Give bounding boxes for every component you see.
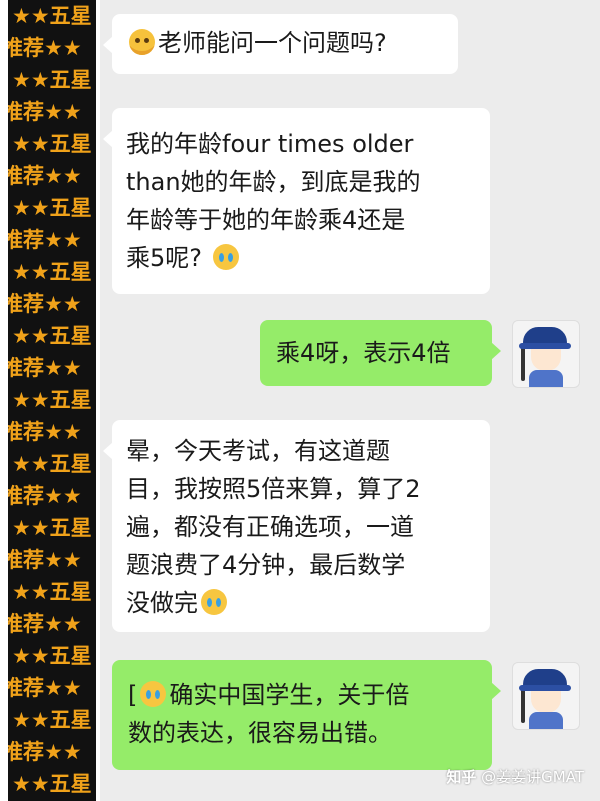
sticker-row: ★★五星 <box>12 516 92 540</box>
sticker-row: 推荐★★ <box>8 356 82 380</box>
author-name: @姜姜讲GMAT <box>481 768 584 786</box>
message-line: 确实中国学生，关于倍 <box>169 681 410 709</box>
avatar-braid <box>521 689 525 723</box>
message-line: 没做完 <box>126 589 198 617</box>
message-line: 数的表达，很容易出错。 <box>128 719 392 747</box>
sticker-row: ★★五星 <box>12 132 92 156</box>
sticker-row: ★★五星 <box>12 644 92 668</box>
sticker-row: 推荐★★ <box>8 612 82 636</box>
message-bubble-3: 乘4呀，表示4倍 <box>260 320 501 386</box>
sticker-row: 推荐★★ <box>8 484 82 508</box>
sticker-row: 推荐★★ <box>8 740 82 764</box>
watermark: 知乎 @姜姜讲GMAT <box>446 766 584 787</box>
my-avatar[interactable] <box>512 662 580 730</box>
sticker-row: 推荐★★ <box>8 420 82 444</box>
sticker-row: 推荐★★ <box>8 36 82 60</box>
message-bubble-5: [ 确实中国学生，关于倍 数的表达，很容易出错。 <box>112 660 501 770</box>
decorative-side-strip: ★★五星 推荐★★ ★★五星 推荐★★ ★★五星 推荐★★ ★★五星 推荐★★ ★★五星 推荐★★… <box>0 0 100 801</box>
message-line: 题浪费了4分钟，最后数学 <box>126 551 406 579</box>
sticker-row: ★★五星 <box>12 452 92 476</box>
message-bubble-1: 老师能问一个问题吗? <box>103 14 458 74</box>
sticker-row: ★★五星 <box>12 4 92 28</box>
sticker-row: ★★五星 <box>12 580 92 604</box>
platform-name: 知乎 <box>446 768 477 786</box>
message-line: 乘5呢? <box>126 244 203 272</box>
sticker-row: ★★五星 <box>12 324 92 348</box>
message-bubble-4: 晕，今天考试，有这道题 目，我按照5倍来算，算了2 遍，都没有正确选项，一道 题… <box>103 420 490 632</box>
message-line: 晕，今天考试，有这道题 <box>126 437 390 465</box>
sticker-row: 推荐★★ <box>8 228 82 252</box>
message-line: 遍，都没有正确选项，一道 <box>126 513 414 541</box>
message-bubble-2: 我的年龄four times older than她的年龄，到底是我的 年龄等于… <box>103 108 490 294</box>
message-text: 乘4呀，表示4倍 <box>276 339 451 367</box>
sticker-row: ★★五星 <box>12 708 92 732</box>
sticker-pattern: ★★五星 推荐★★ ★★五星 推荐★★ ★★五星 推荐★★ ★★五星 推荐★★ ★★五星 推荐★★… <box>8 0 96 801</box>
message-line: than她的年龄，到底是我的 <box>126 168 421 196</box>
sticker-row: 推荐★★ <box>8 100 82 124</box>
message-prefix: [ <box>128 681 138 709</box>
crying-face-icon <box>140 681 167 707</box>
sticker-row: 推荐★★ <box>8 548 82 572</box>
sticker-row: 推荐★★ <box>8 164 82 188</box>
message-line: 年龄等于她的年龄乘4还是 <box>126 206 406 234</box>
sticker-row: ★★五星 <box>12 196 92 220</box>
avatar-braid <box>521 347 525 381</box>
sticker-row: ★★五星 <box>12 68 92 92</box>
my-avatar[interactable] <box>512 320 580 388</box>
message-line: 我的年龄four times older <box>126 130 414 158</box>
avatar-face <box>531 691 561 713</box>
sticker-row: 推荐★★ <box>8 292 82 316</box>
sticker-row: 推荐★★ <box>8 676 82 700</box>
sticker-row: ★★五星 <box>12 772 92 796</box>
avatar-face <box>531 349 561 371</box>
sticker-row: ★★五星 <box>12 260 92 284</box>
worried-face-icon <box>129 29 155 55</box>
crying-laughing-face-icon <box>201 589 227 615</box>
message-text: 老师能问一个问题吗? <box>158 29 387 57</box>
sticker-row: ★★五星 <box>12 388 92 412</box>
crying-laughing-face-icon <box>212 244 239 270</box>
message-line: 目，我按照5倍来算，算了2 <box>126 475 421 503</box>
